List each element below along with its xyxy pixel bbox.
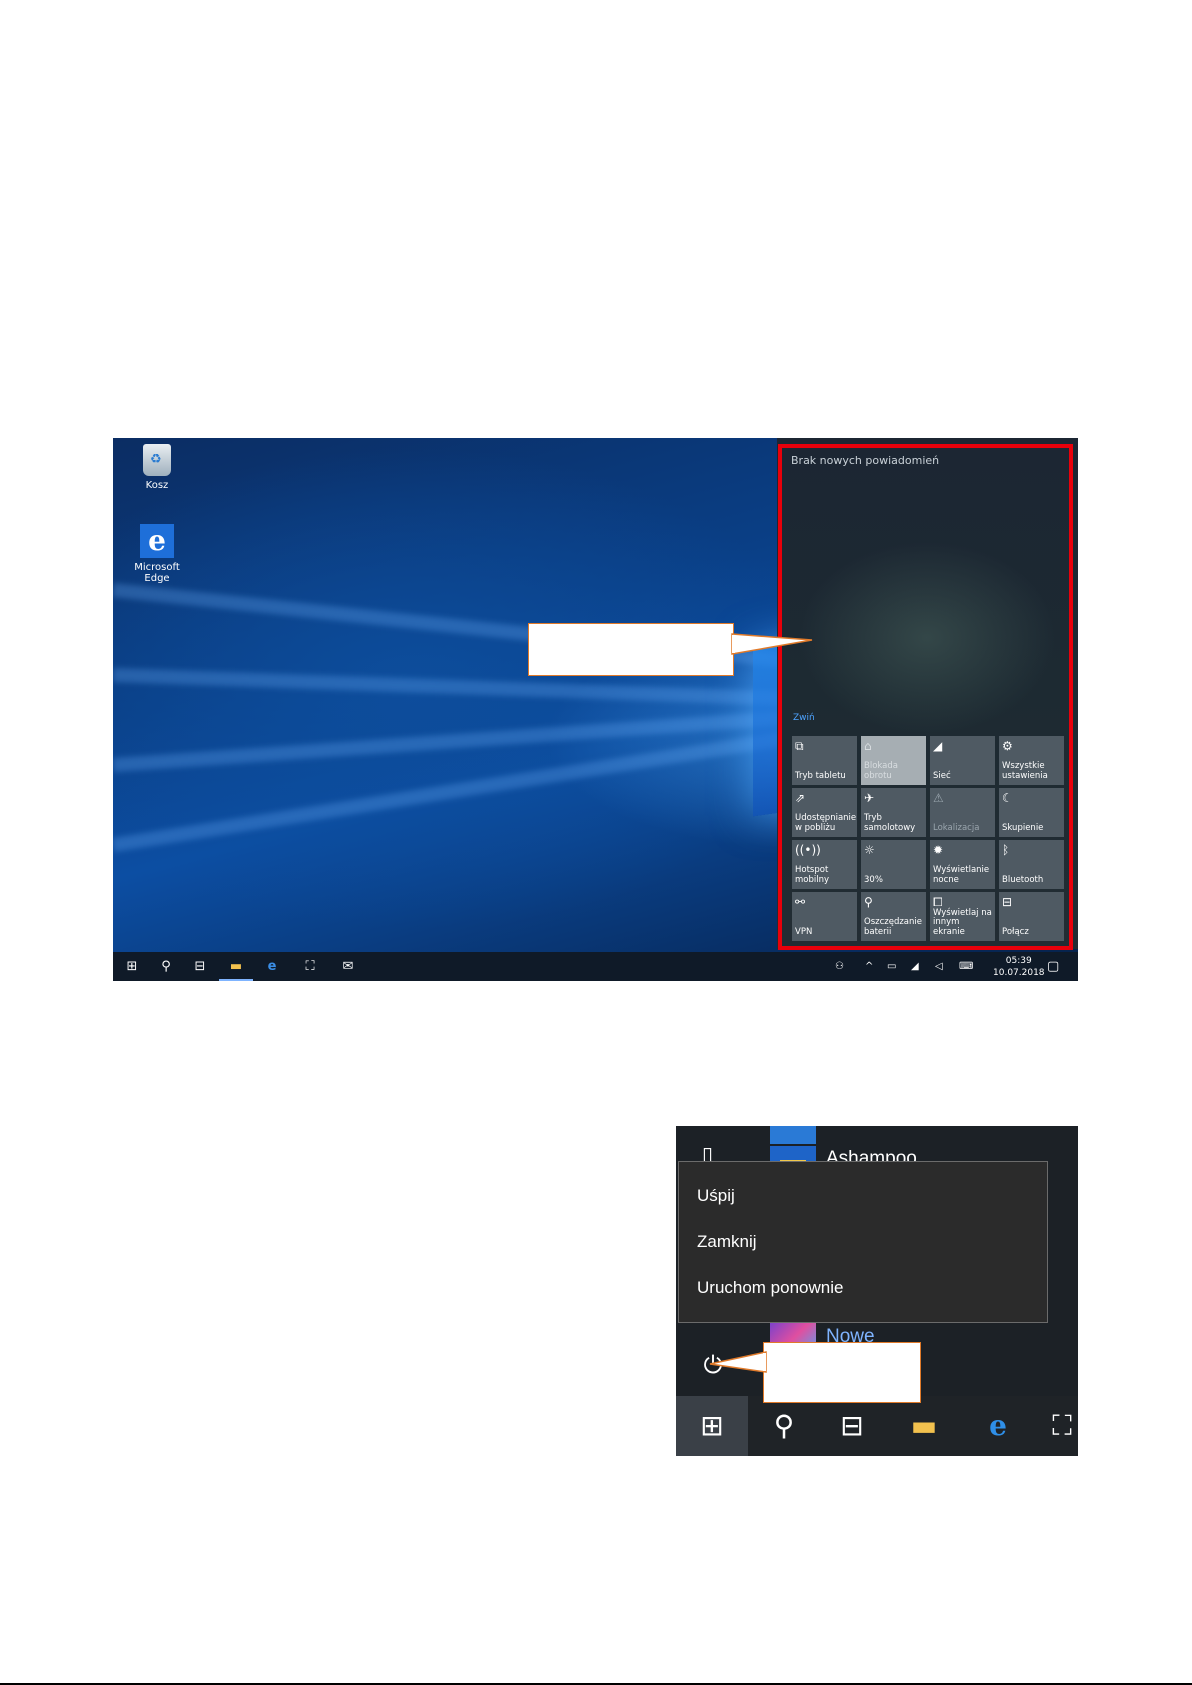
desktop-screenshot: Kosz e Microsoft Edge Brak nowych powiad… [113,438,1078,981]
file-explorer-icon[interactable]: ▬ [888,1396,960,1456]
recycle-bin-icon [143,444,171,476]
keyboard-icon[interactable]: ⌨ [959,952,973,981]
callout-box [528,623,734,676]
start-windows-icon[interactable]: ⊞ [115,952,149,981]
callout-pointer [731,633,813,655]
store-icon[interactable]: ⛶ [1026,1396,1078,1456]
wifi-icon[interactable]: ◢ [911,952,919,981]
clock-time: 05:39 [1005,956,1032,966]
clock[interactable]: 05:39 10.07.2018 [993,955,1045,979]
action-center-icon[interactable]: ▢ [1047,952,1059,981]
edge-icon[interactable]: e [962,1396,1034,1456]
power-menu: Uśpij Zamknij Uruchom ponownie [678,1161,1048,1323]
desktop-icon-label: Microsoft Edge [134,562,180,584]
edge-icon: e [140,524,174,558]
app-tile [770,1126,816,1144]
search-icon[interactable]: ⚲ [149,952,183,981]
taskbar: ⊞ ⚲ ⊟ ▬ e ⛶ ✉ ⚇ ^ ▭ ◢ ◁ ⌨ 05:39 10.07.20… [113,952,1078,981]
sleep-menu-item[interactable]: Uśpij [697,1186,735,1206]
people-icon[interactable]: ⚇ [835,952,844,981]
taskbar: ⊞ ⚲ ⊟ ▬ e ⛶ [676,1396,1078,1456]
volume-icon[interactable]: ◁ [935,952,943,981]
store-icon[interactable]: ⛶ [293,952,327,981]
desktop-icon-label: Kosz [145,480,169,491]
task-view-icon[interactable]: ⊟ [816,1396,888,1456]
highlight-frame [778,444,1073,950]
task-view-icon[interactable]: ⊟ [183,952,217,981]
clock-date: 10.07.2018 [993,968,1045,978]
mail-icon[interactable]: ✉ [331,952,365,981]
shutdown-menu-item[interactable]: Zamknij [697,1232,757,1252]
start-menu-screenshot: Ashampoo ▯ Nowe Uśpij Zamknij Uruchom po… [676,1126,1078,1456]
battery-icon[interactable]: ▭ [887,952,896,981]
start-windows-icon[interactable]: ⊞ [676,1396,748,1456]
search-icon[interactable]: ⚲ [748,1396,820,1456]
desktop-icon-recycle-bin[interactable]: Kosz [122,444,192,491]
desktop-icon-edge[interactable]: e Microsoft Edge [122,524,192,584]
light-beam [113,707,832,772]
file-explorer-icon[interactable]: ▬ [219,952,253,981]
restart-menu-item[interactable]: Uruchom ponownie [697,1278,843,1298]
callout-box [763,1342,921,1403]
callout-pointer [709,1351,767,1373]
chevron-up-icon[interactable]: ^ [865,952,873,981]
edge-icon[interactable]: e [255,952,289,981]
